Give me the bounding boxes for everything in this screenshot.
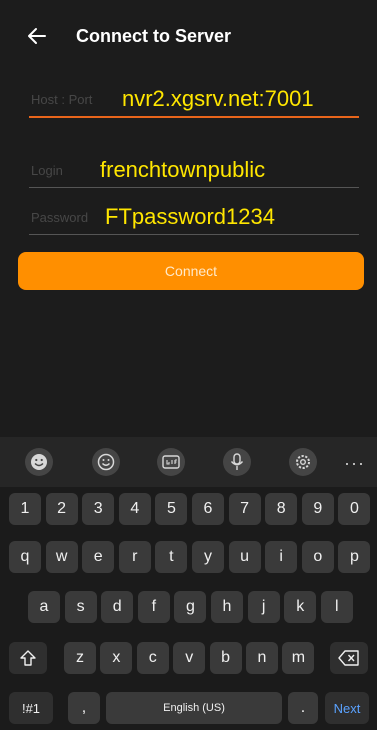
letter-key[interactable]: e: [82, 541, 115, 573]
letter-key[interactable]: r: [118, 541, 151, 573]
letter-row-3: zxcvbnm: [0, 642, 377, 674]
letter-row-2: asdfghjkl: [0, 591, 377, 623]
backspace-icon: [338, 650, 359, 666]
number-key[interactable]: 8: [265, 493, 298, 525]
back-arrow-icon[interactable]: [25, 24, 49, 48]
emoji-button[interactable]: [92, 448, 120, 476]
letter-key[interactable]: b: [209, 642, 242, 674]
letter-key[interactable]: c: [136, 642, 169, 674]
gif-button[interactable]: [157, 448, 185, 476]
top-bar: Connect to Server: [0, 0, 377, 72]
shift-arrow-icon: [20, 650, 36, 666]
number-key[interactable]: 7: [228, 493, 261, 525]
password-field[interactable]: Password FTpassword1234: [29, 201, 359, 235]
letter-key[interactable]: g: [174, 591, 207, 623]
number-key[interactable]: 6: [192, 493, 224, 525]
letter-key[interactable]: s: [64, 591, 97, 623]
period-key[interactable]: .: [288, 692, 318, 724]
connect-button[interactable]: Connect: [18, 252, 364, 290]
letter-key[interactable]: z: [64, 642, 96, 674]
backspace-key[interactable]: [330, 642, 368, 674]
letter-row-1: qwertyuiop: [0, 541, 377, 573]
letter-key[interactable]: a: [28, 591, 60, 623]
number-key[interactable]: 9: [301, 493, 334, 525]
number-key[interactable]: 2: [45, 493, 78, 525]
login-placeholder: Login: [31, 163, 63, 178]
letter-key[interactable]: o: [301, 541, 334, 573]
gear-icon: [296, 455, 310, 469]
emoji-sticker-button[interactable]: [25, 448, 53, 476]
space-key[interactable]: English (US): [106, 692, 282, 724]
page-title: Connect to Server: [76, 26, 232, 46]
password-placeholder: Password: [31, 210, 89, 225]
sticker-icon: [31, 454, 47, 470]
letter-key[interactable]: y: [192, 541, 224, 573]
keyboard-toolbar: ···: [0, 437, 377, 487]
letter-key[interactable]: p: [338, 541, 371, 573]
keyboard-settings-button[interactable]: [289, 448, 317, 476]
letter-key[interactable]: w: [45, 541, 78, 573]
number-key[interactable]: 4: [118, 493, 151, 525]
symbols-key[interactable]: !#1: [9, 692, 53, 724]
letter-key[interactable]: q: [9, 541, 41, 573]
host-port-value: nvr2.xgsrv.net:7001: [122, 86, 314, 111]
letter-key[interactable]: i: [265, 541, 298, 573]
comma-key[interactable]: ,: [68, 692, 100, 724]
next-key[interactable]: Next: [325, 692, 369, 724]
microphone-icon: [230, 453, 244, 470]
letter-key[interactable]: m: [282, 642, 315, 674]
number-key[interactable]: 1: [9, 493, 41, 525]
letter-key[interactable]: n: [246, 642, 278, 674]
letter-key[interactable]: j: [247, 591, 280, 623]
letter-key[interactable]: k: [284, 591, 317, 623]
host-port-placeholder: Host : Port: [31, 92, 93, 107]
host-port-field[interactable]: Host : Port nvr2.xgsrv.net:7001: [29, 84, 359, 118]
login-field[interactable]: Login frenchtownpublic: [29, 154, 359, 188]
password-value: FTpassword1234: [105, 204, 275, 229]
number-key[interactable]: 5: [155, 493, 188, 525]
letter-key[interactable]: x: [100, 642, 133, 674]
letter-key[interactable]: d: [101, 591, 134, 623]
smiley-icon: [97, 453, 115, 471]
gif-icon: [162, 455, 180, 469]
bottom-row: !#1 , English (US) . Next: [0, 692, 377, 724]
keyboard: ··· 1234567890 qwertyuiop asdfghjkl zxcv…: [0, 437, 377, 730]
letter-key[interactable]: t: [155, 541, 188, 573]
letter-key[interactable]: f: [137, 591, 170, 623]
letter-key[interactable]: v: [173, 642, 206, 674]
number-row: 1234567890: [0, 493, 377, 525]
number-key[interactable]: 0: [338, 493, 371, 525]
shift-key[interactable]: [9, 642, 47, 674]
voice-input-button[interactable]: [223, 448, 251, 476]
number-key[interactable]: 3: [82, 493, 115, 525]
letter-key[interactable]: u: [228, 541, 261, 573]
more-options-icon[interactable]: ···: [344, 453, 365, 474]
letter-key[interactable]: h: [211, 591, 243, 623]
letter-key[interactable]: l: [320, 591, 353, 623]
login-value: frenchtownpublic: [100, 157, 266, 182]
app-screen: Connect to Server Host : Port nvr2.xgsrv…: [0, 0, 377, 437]
